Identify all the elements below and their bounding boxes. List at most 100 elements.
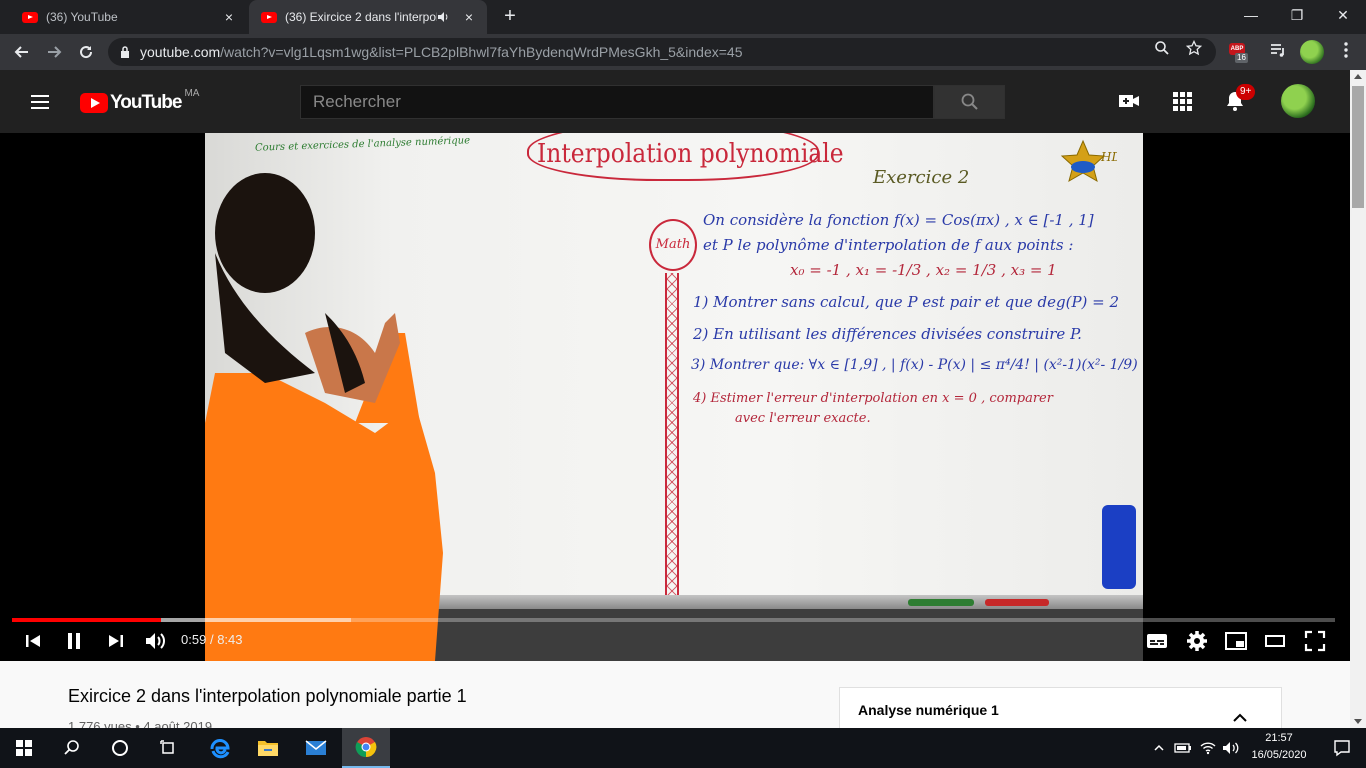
volume-tray-icon[interactable]: [1220, 728, 1242, 768]
chrome-menu-icon[interactable]: [1336, 40, 1360, 64]
window-close-button[interactable]: ✕: [1320, 0, 1366, 32]
page-scrollbar[interactable]: [1350, 70, 1366, 728]
action-center-icon[interactable]: [1318, 728, 1366, 768]
mail-icon[interactable]: [292, 728, 340, 768]
board-line: et P le polynôme d'interpolation de f au…: [703, 236, 1074, 254]
tab-close-button[interactable]: ×: [217, 9, 241, 25]
cortana-icon[interactable]: [96, 728, 144, 768]
tab-title: (36) YouTube: [46, 10, 118, 24]
scroll-up-arrow-icon[interactable]: [1354, 74, 1362, 79]
subtitles-icon[interactable]: [1145, 629, 1169, 653]
pause-icon[interactable]: [62, 629, 86, 653]
youtube-favicon-icon: [261, 11, 277, 23]
clock-time[interactable]: 21:57: [1246, 732, 1312, 744]
board-line: 1) Montrer sans calcul, que P est pair e…: [693, 293, 1120, 311]
windows-taskbar: 21:57 16/05/2020: [0, 728, 1366, 768]
red-marker: [985, 599, 1049, 606]
adblock-extension-icon[interactable]: ABP 16: [1229, 43, 1251, 65]
tab-close-button[interactable]: ×: [457, 9, 481, 25]
fullscreen-icon[interactable]: [1303, 629, 1327, 653]
media-queue-icon[interactable]: [1268, 40, 1292, 64]
exercise-label: Exercice 2: [873, 167, 970, 188]
rope-decoration: [665, 273, 679, 595]
video-title: Exircice 2 dans l'interpolation polynomi…: [68, 686, 467, 706]
search-input[interactable]: Rechercher: [300, 85, 934, 119]
profile-avatar[interactable]: [1300, 40, 1324, 64]
theater-mode-icon[interactable]: [1263, 629, 1287, 653]
back-arrow-icon[interactable]: [8, 38, 36, 66]
course-label: Cours et exercices de l'analyse numériqu…: [254, 135, 471, 154]
new-tab-button[interactable]: +: [498, 5, 522, 29]
next-video-icon[interactable]: [104, 629, 128, 653]
wifi-icon[interactable]: [1197, 728, 1219, 768]
browser-toolbar: youtube.com/watch?v=vlg1Lqsm1wg&list=PLC…: [0, 34, 1366, 70]
edge-browser-icon[interactable]: [196, 728, 244, 768]
bookmark-star-icon[interactable]: [1186, 40, 1204, 58]
youtube-account-avatar[interactable]: [1281, 84, 1315, 118]
youtube-logo[interactable]: YouTube MA: [80, 88, 199, 114]
green-marker: [908, 599, 974, 606]
video-meta: 1 776 vues • 4 août 2019: [68, 719, 213, 728]
video-progress-bar[interactable]: [12, 618, 1335, 622]
country-code: MA: [184, 88, 200, 99]
extension-count-badge: 16: [1235, 53, 1248, 63]
forward-arrow-icon[interactable]: [40, 38, 68, 66]
board-line: 2) En utilisant les différences divisées…: [693, 325, 1082, 343]
svg-text:HD: HD: [1100, 150, 1117, 164]
youtube-favicon-icon: [22, 11, 38, 23]
tab-youtube-home[interactable]: (36) YouTube ×: [0, 0, 247, 34]
search-button[interactable]: [934, 85, 1005, 119]
apps-grid-icon[interactable]: [1170, 89, 1194, 113]
task-view-icon[interactable]: [144, 728, 192, 768]
duration: 8:43: [217, 632, 243, 647]
url-text: youtube.com/watch?v=vlg1Lqsm1wg&list=PLC…: [140, 44, 743, 60]
chrome-taskbar-icon[interactable]: [342, 728, 390, 768]
math-circle-label: Math: [649, 219, 697, 271]
show-hidden-icons-chevron-icon[interactable]: [1148, 728, 1170, 768]
scrollbar-thumb[interactable]: [1352, 86, 1364, 208]
lock-icon[interactable]: [120, 45, 130, 59]
scroll-down-arrow-icon[interactable]: [1354, 719, 1362, 724]
chevron-up-icon[interactable]: [1232, 710, 1248, 726]
previous-video-icon[interactable]: [21, 629, 45, 653]
current-time: 0:59: [181, 632, 207, 647]
restore-button[interactable]: ❐: [1274, 0, 1320, 32]
battery-icon[interactable]: [1172, 728, 1194, 768]
notification-count-badge: 9+: [1236, 84, 1256, 100]
board-line: 4) Estimer l'erreur d'interpolation en x…: [693, 391, 1053, 406]
playlist-title[interactable]: Analyse numérique 1: [858, 702, 999, 718]
playlist-panel[interactable]: Analyse numérique 1: [839, 687, 1282, 728]
minimize-button[interactable]: —: [1228, 0, 1274, 32]
board-line: On considère la fonction f(x) = Cos(πx) …: [703, 211, 1094, 229]
board-line: x₀ = -1 , x₁ = -1/3 , x₂ = 1/3 , x₃ = 1: [790, 261, 1057, 279]
board-title: Interpolation polynomiale: [537, 139, 844, 169]
board-line: 3) Montrer que: ∀x ∈ [1,9] , | f(x) - P(…: [691, 357, 1143, 373]
youtube-play-logo-icon: [80, 93, 108, 113]
presenter-figure: [205, 173, 443, 661]
board-line: avec l'erreur exacte.: [735, 411, 871, 426]
file-explorer-icon[interactable]: [244, 728, 292, 768]
tab-video-active[interactable]: (36) Exircice 2 dans l'interpol ×: [249, 0, 487, 34]
browser-tab-strip: (36) YouTube × (36) Exircice 2 dans l'in…: [0, 0, 1366, 34]
settings-gear-icon[interactable]: [1185, 629, 1209, 653]
windows-start-icon[interactable]: [0, 728, 48, 768]
miniplayer-icon[interactable]: [1224, 629, 1248, 653]
search-icon[interactable]: [48, 728, 96, 768]
reload-icon[interactable]: [72, 38, 100, 66]
video-player[interactable]: Cours et exercices de l'analyse numériqu…: [0, 133, 1350, 661]
speaker-icon[interactable]: [437, 11, 451, 23]
youtube-masthead: YouTube MA Rechercher 9+: [0, 70, 1350, 133]
tab-title: (36) Exircice 2 dans l'interpol: [285, 10, 437, 24]
address-bar[interactable]: youtube.com/watch?v=vlg1Lqsm1wg&list=PLC…: [108, 38, 1216, 66]
youtube-logo-text: YouTube: [110, 92, 182, 113]
whiteboard-eraser: [1102, 505, 1136, 589]
zoom-icon[interactable]: [1154, 40, 1172, 58]
time-display: 0:59 / 8:43: [181, 632, 243, 647]
create-video-icon[interactable]: [1117, 89, 1141, 113]
played-bar: [12, 618, 162, 622]
hamburger-menu-icon[interactable]: [28, 90, 52, 114]
search-icon: [961, 93, 978, 110]
video-frame-whiteboard: Cours et exercices de l'analyse numériqu…: [205, 133, 1143, 661]
clock-date[interactable]: 16/05/2020: [1246, 749, 1312, 761]
volume-icon[interactable]: [143, 629, 167, 653]
